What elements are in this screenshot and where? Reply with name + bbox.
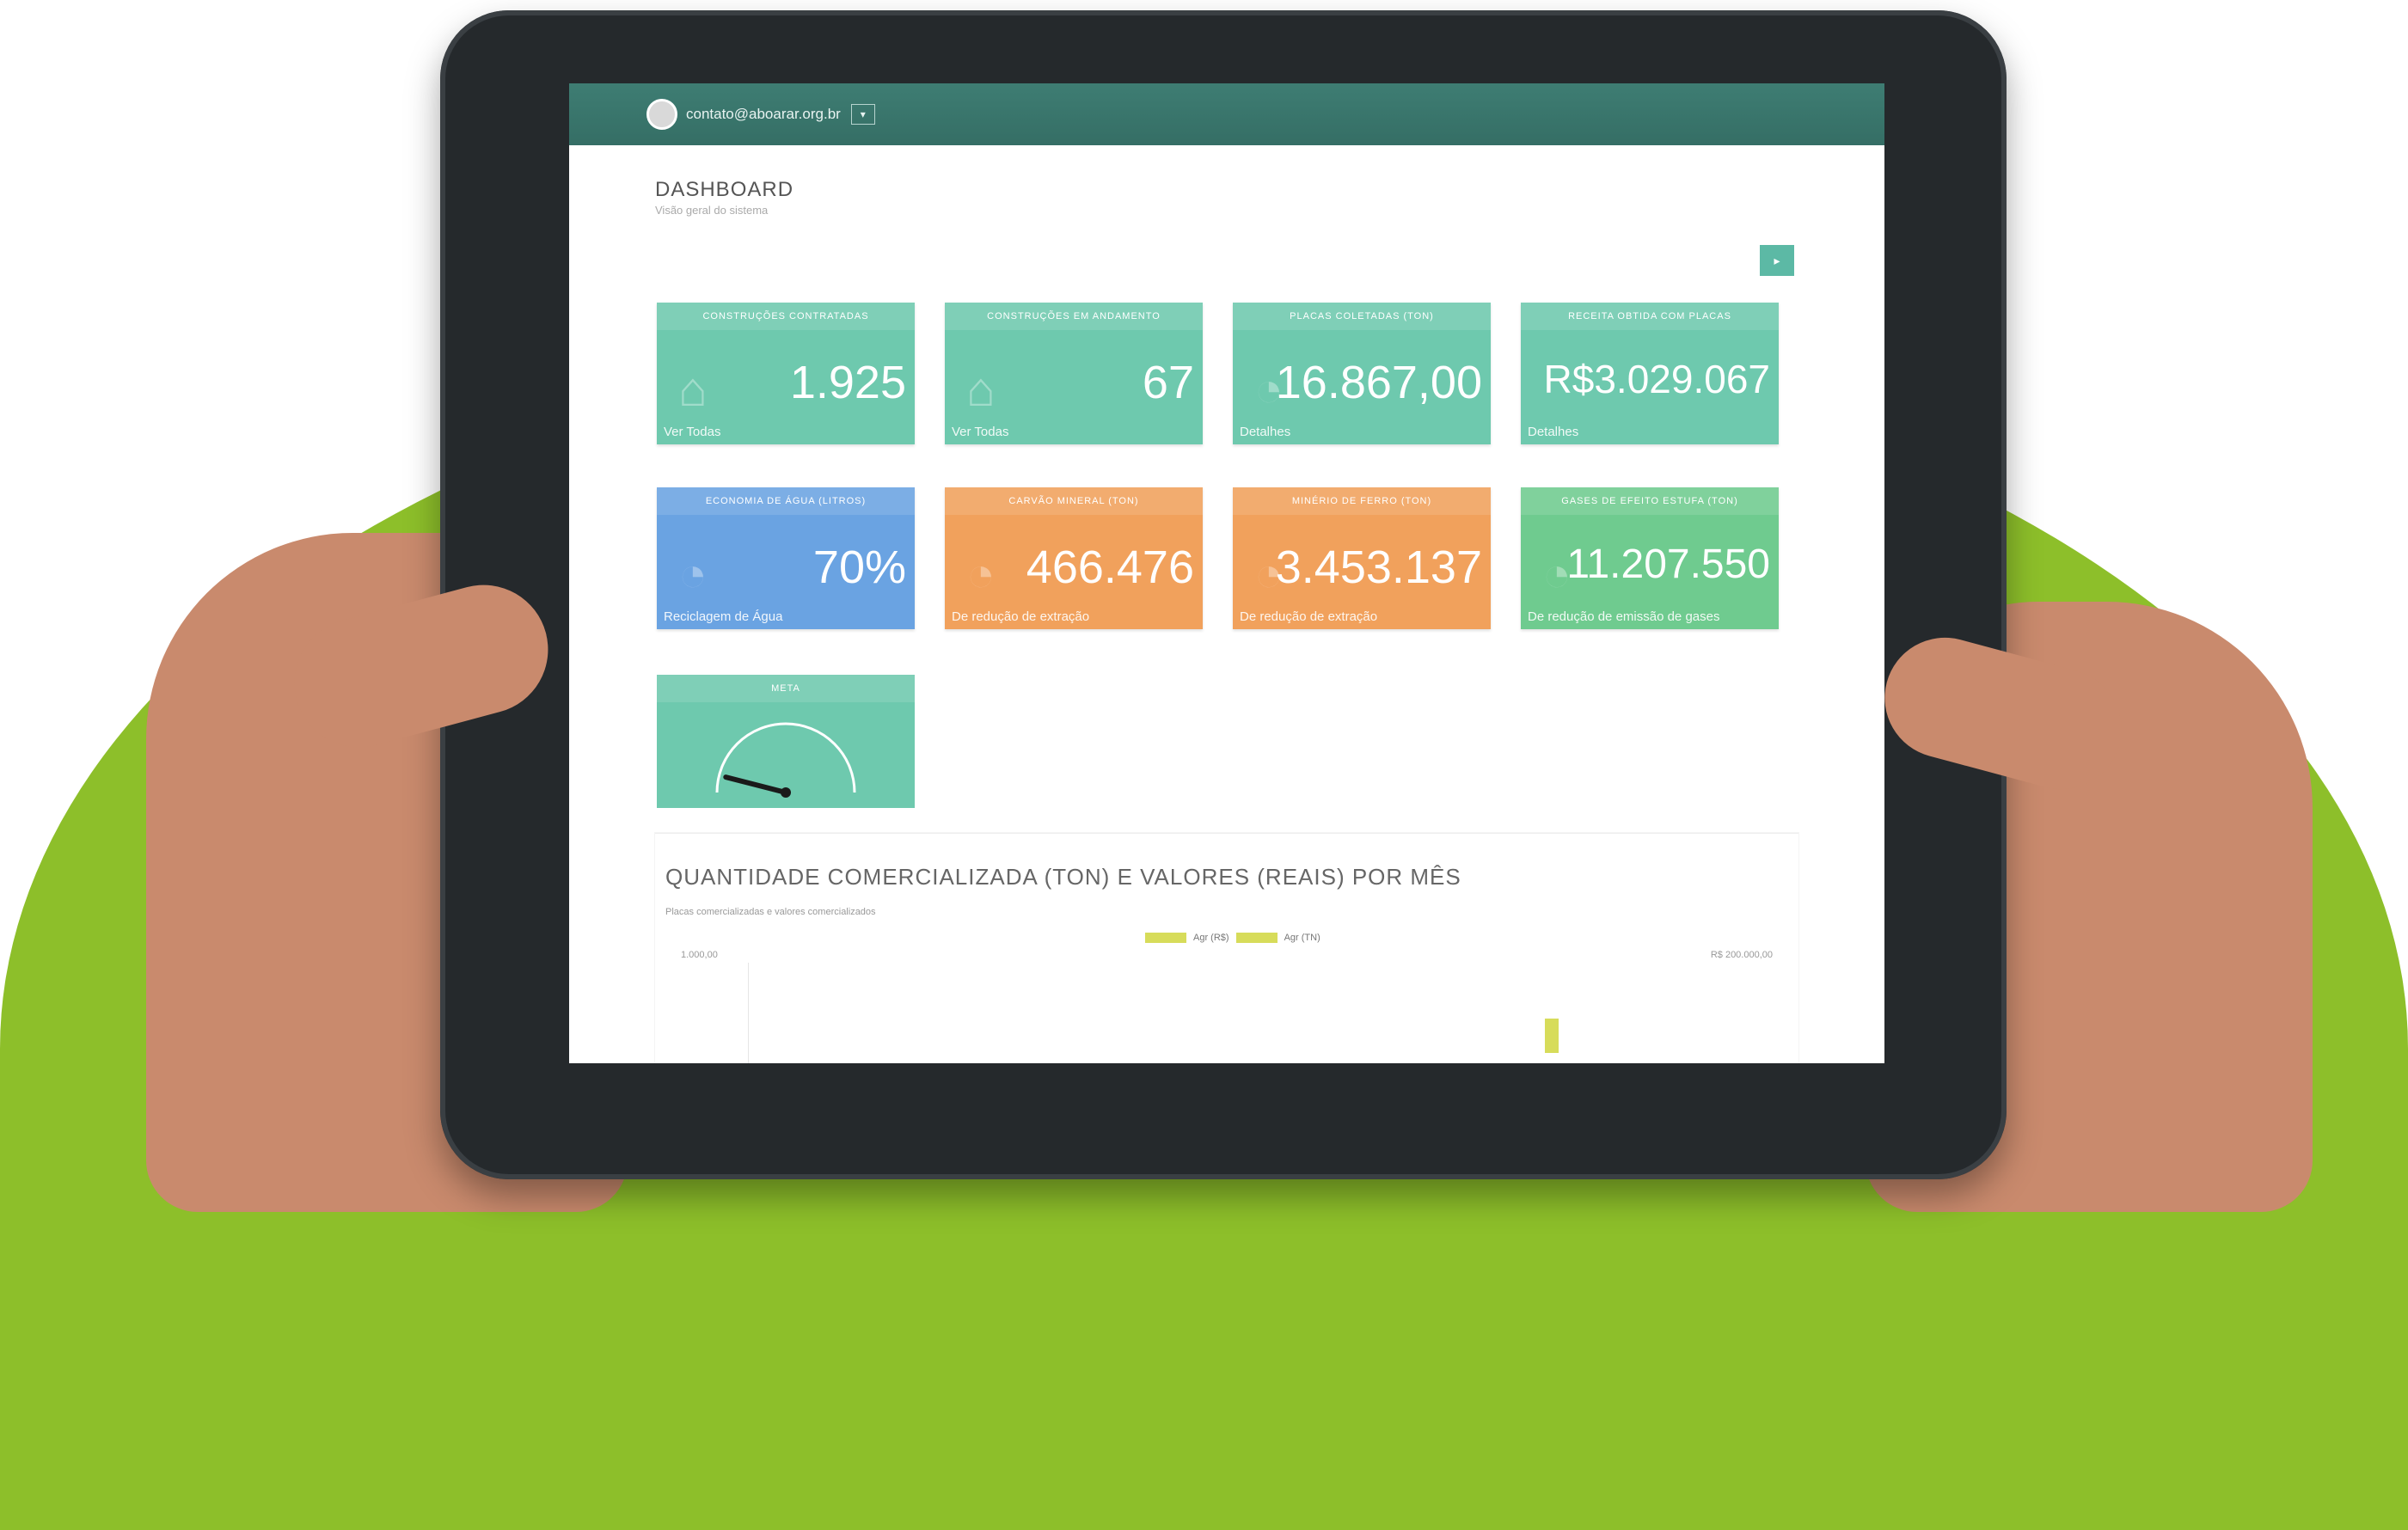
card-title: RECEITA OBTIDA COM PLACAS xyxy=(1521,303,1779,330)
legend-swatch xyxy=(1235,933,1278,943)
tablet-screen: contato@aboarar.org.br ▾ DASHBOARD Visão… xyxy=(569,83,1884,1063)
card-economia-agua[interactable]: ECONOMIA DE ÁGUA (LITROS) ◔ 70% Reciclag… xyxy=(657,487,915,629)
user-menu-caret-icon[interactable]: ▾ xyxy=(850,104,875,125)
user-avatar[interactable] xyxy=(646,99,677,130)
chart-right-axis-label: R$ 200.000,00 xyxy=(1710,950,1773,960)
gauge-hub xyxy=(781,787,791,798)
card-construcoes-contratadas[interactable]: CONSTRUÇÕES CONTRATADAS ⌂ 1.925 Ver Toda… xyxy=(657,303,915,444)
toggle-button[interactable]: ▸ xyxy=(1760,245,1794,276)
scene: contato@aboarar.org.br ▾ DASHBOARD Visão… xyxy=(0,0,2408,1530)
card-value: 11.207.550 xyxy=(1566,542,1770,587)
top-bar: contato@aboarar.org.br ▾ xyxy=(569,83,1884,145)
chart-subtitle: Placas comercializadas e valores comerci… xyxy=(665,907,876,917)
chart-axis-line xyxy=(748,963,749,1063)
card-placas-coletadas[interactable]: PLACAS COLETADAS (TON) ◔ 16.867,00 Detal… xyxy=(1233,303,1491,444)
chart-panel: QUANTIDADE COMERCIALIZADA (TON) E VALORE… xyxy=(655,833,1798,1063)
card-value: 3.453.137 xyxy=(1275,542,1482,593)
meta-gauge-card: META xyxy=(657,675,915,808)
card-value: 1.925 xyxy=(789,357,906,408)
card-minerio-ferro[interactable]: MINÉRIO DE FERRO (TON) ◔ 3.453.137 De re… xyxy=(1233,487,1491,629)
card-title: CONSTRUÇÕES CONTRATADAS xyxy=(657,303,915,330)
gauge-icon: ◔ xyxy=(678,547,708,601)
card-value: 16.867,00 xyxy=(1275,357,1482,408)
house-icon: ⌂ xyxy=(678,362,708,416)
card-footer-link[interactable]: Detalhes xyxy=(1240,425,1290,439)
gauge-icon: ◔ xyxy=(966,547,996,601)
card-title: MINÉRIO DE FERRO (TON) xyxy=(1233,487,1491,515)
card-footer-link[interactable]: Ver Todas xyxy=(664,425,720,439)
card-footer-text: De redução de extração xyxy=(952,609,1090,624)
legend-item-toneladas: Agr (TN) xyxy=(1284,933,1320,943)
card-carvao-mineral[interactable]: CARVÃO MINERAL (TON) ◔ 466.476 De reduçã… xyxy=(945,487,1203,629)
gauge-title: META xyxy=(657,675,915,702)
card-title: CONSTRUÇÕES EM ANDAMENTO xyxy=(945,303,1203,330)
card-title: GASES DE EFEITO ESTUFA (TON) xyxy=(1521,487,1779,515)
card-footer-link[interactable]: Ver Todas xyxy=(952,425,1008,439)
page-subtitle: Visão geral do sistema xyxy=(655,204,769,217)
card-value: 70% xyxy=(812,542,906,593)
card-construcoes-andamento[interactable]: CONSTRUÇÕES EM ANDAMENTO ⌂ 67 Ver Todas xyxy=(945,303,1203,444)
chart-left-axis-label: 1.000,00 xyxy=(681,950,718,960)
card-gases-efeito-estufa[interactable]: GASES DE EFEITO ESTUFA (TON) ◔ 11.207.55… xyxy=(1521,487,1779,629)
card-title: CARVÃO MINERAL (TON) xyxy=(945,487,1203,515)
gauge-needle xyxy=(723,774,788,795)
house-icon: ⌂ xyxy=(966,362,996,416)
tablet-frame: contato@aboarar.org.br ▾ DASHBOARD Visão… xyxy=(440,10,2007,1179)
card-footer-text: De redução de extração xyxy=(1240,609,1378,624)
card-title: PLACAS COLETADAS (TON) xyxy=(1233,303,1491,330)
card-title: ECONOMIA DE ÁGUA (LITROS) xyxy=(657,487,915,515)
chart-bar xyxy=(1545,1019,1559,1053)
card-footer-text: Reciclagem de Água xyxy=(664,609,783,624)
page-title: DASHBOARD xyxy=(655,178,794,201)
chart-legend: Agr (R$) Agr (TN) xyxy=(1145,933,1320,943)
card-footer-text: De redução de emissão de gases xyxy=(1528,609,1720,624)
meta-gauge xyxy=(715,722,856,798)
legend-swatch xyxy=(1145,933,1186,943)
chart-title: QUANTIDADE COMERCIALIZADA (TON) E VALORE… xyxy=(665,864,1461,890)
card-footer-link[interactable]: Detalhes xyxy=(1528,425,1578,439)
user-email[interactable]: contato@aboarar.org.br xyxy=(686,106,841,123)
legend-item-reais: Agr (R$) xyxy=(1193,933,1229,943)
card-value: 466.476 xyxy=(1026,542,1194,593)
card-value: 67 xyxy=(1142,357,1194,408)
card-value: R$3.029.067 xyxy=(1543,357,1770,401)
card-receita-placas[interactable]: RECEITA OBTIDA COM PLACAS R$3.029.067 De… xyxy=(1521,303,1779,444)
